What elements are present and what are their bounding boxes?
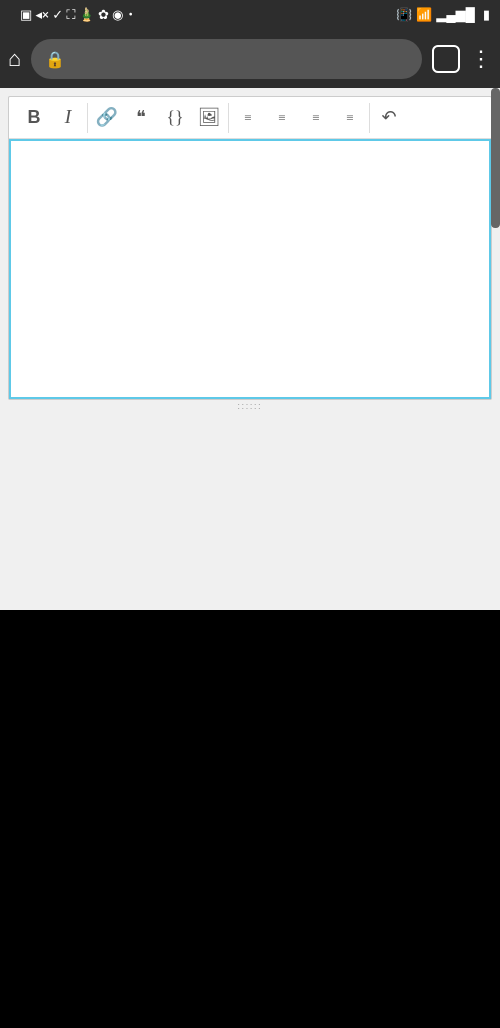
url-bar[interactable]: 🔒	[31, 39, 422, 79]
heading-button[interactable]: ≡	[299, 98, 333, 138]
link-button[interactable]: 🔗	[90, 98, 124, 138]
editor-textarea[interactable]	[9, 139, 491, 399]
status-bar: ▣ ◂× ✓ ⛶ 🎍 ✿ ◉ • 📳 📶 ▂▄▆█ ▮	[0, 0, 500, 30]
italic-button[interactable]: I	[51, 98, 85, 138]
editor-toolbar: B I 🔗 ❝ {} 🖼 ≡ ≡ ≡ ≡ ↶	[9, 97, 491, 139]
status-battery-icon: ▮	[483, 8, 490, 23]
status-icons-left: ▣ ◂× ✓ ⛶ 🎍 ✿ ◉	[20, 8, 124, 23]
quote-button[interactable]: ❝	[124, 98, 158, 138]
editor: B I 🔗 ❝ {} 🖼 ≡ ≡ ≡ ≡ ↶	[8, 96, 492, 400]
menu-icon[interactable]: ⋮	[470, 47, 492, 72]
tab-switcher[interactable]	[432, 45, 460, 73]
bold-button[interactable]: B	[17, 98, 51, 138]
undo-button[interactable]: ↶	[372, 98, 406, 138]
bullet-list-button[interactable]: ≡	[265, 98, 299, 138]
status-signal-icon: ▂▄▆█	[436, 7, 474, 23]
lock-icon: 🔒	[45, 50, 65, 69]
image-button[interactable]: 🖼	[192, 98, 226, 138]
scrollbar[interactable]	[491, 88, 500, 228]
resize-handle[interactable]: ∷∷∷	[8, 400, 492, 414]
home-icon[interactable]: ⌂	[8, 46, 21, 72]
browser-bar: ⌂ 🔒 ⋮	[0, 30, 500, 88]
status-vibrate-icon: 📳	[396, 8, 412, 23]
numbered-list-button[interactable]: ≡	[231, 98, 265, 138]
status-wifi-icon: 📶	[416, 8, 432, 23]
format-help	[8, 414, 492, 424]
code-button[interactable]: {}	[158, 98, 192, 138]
page-content: B I 🔗 ❝ {} 🖼 ≡ ≡ ≡ ≡ ↶ ∷∷∷	[0, 88, 500, 610]
hr-button[interactable]: ≡	[333, 98, 367, 138]
